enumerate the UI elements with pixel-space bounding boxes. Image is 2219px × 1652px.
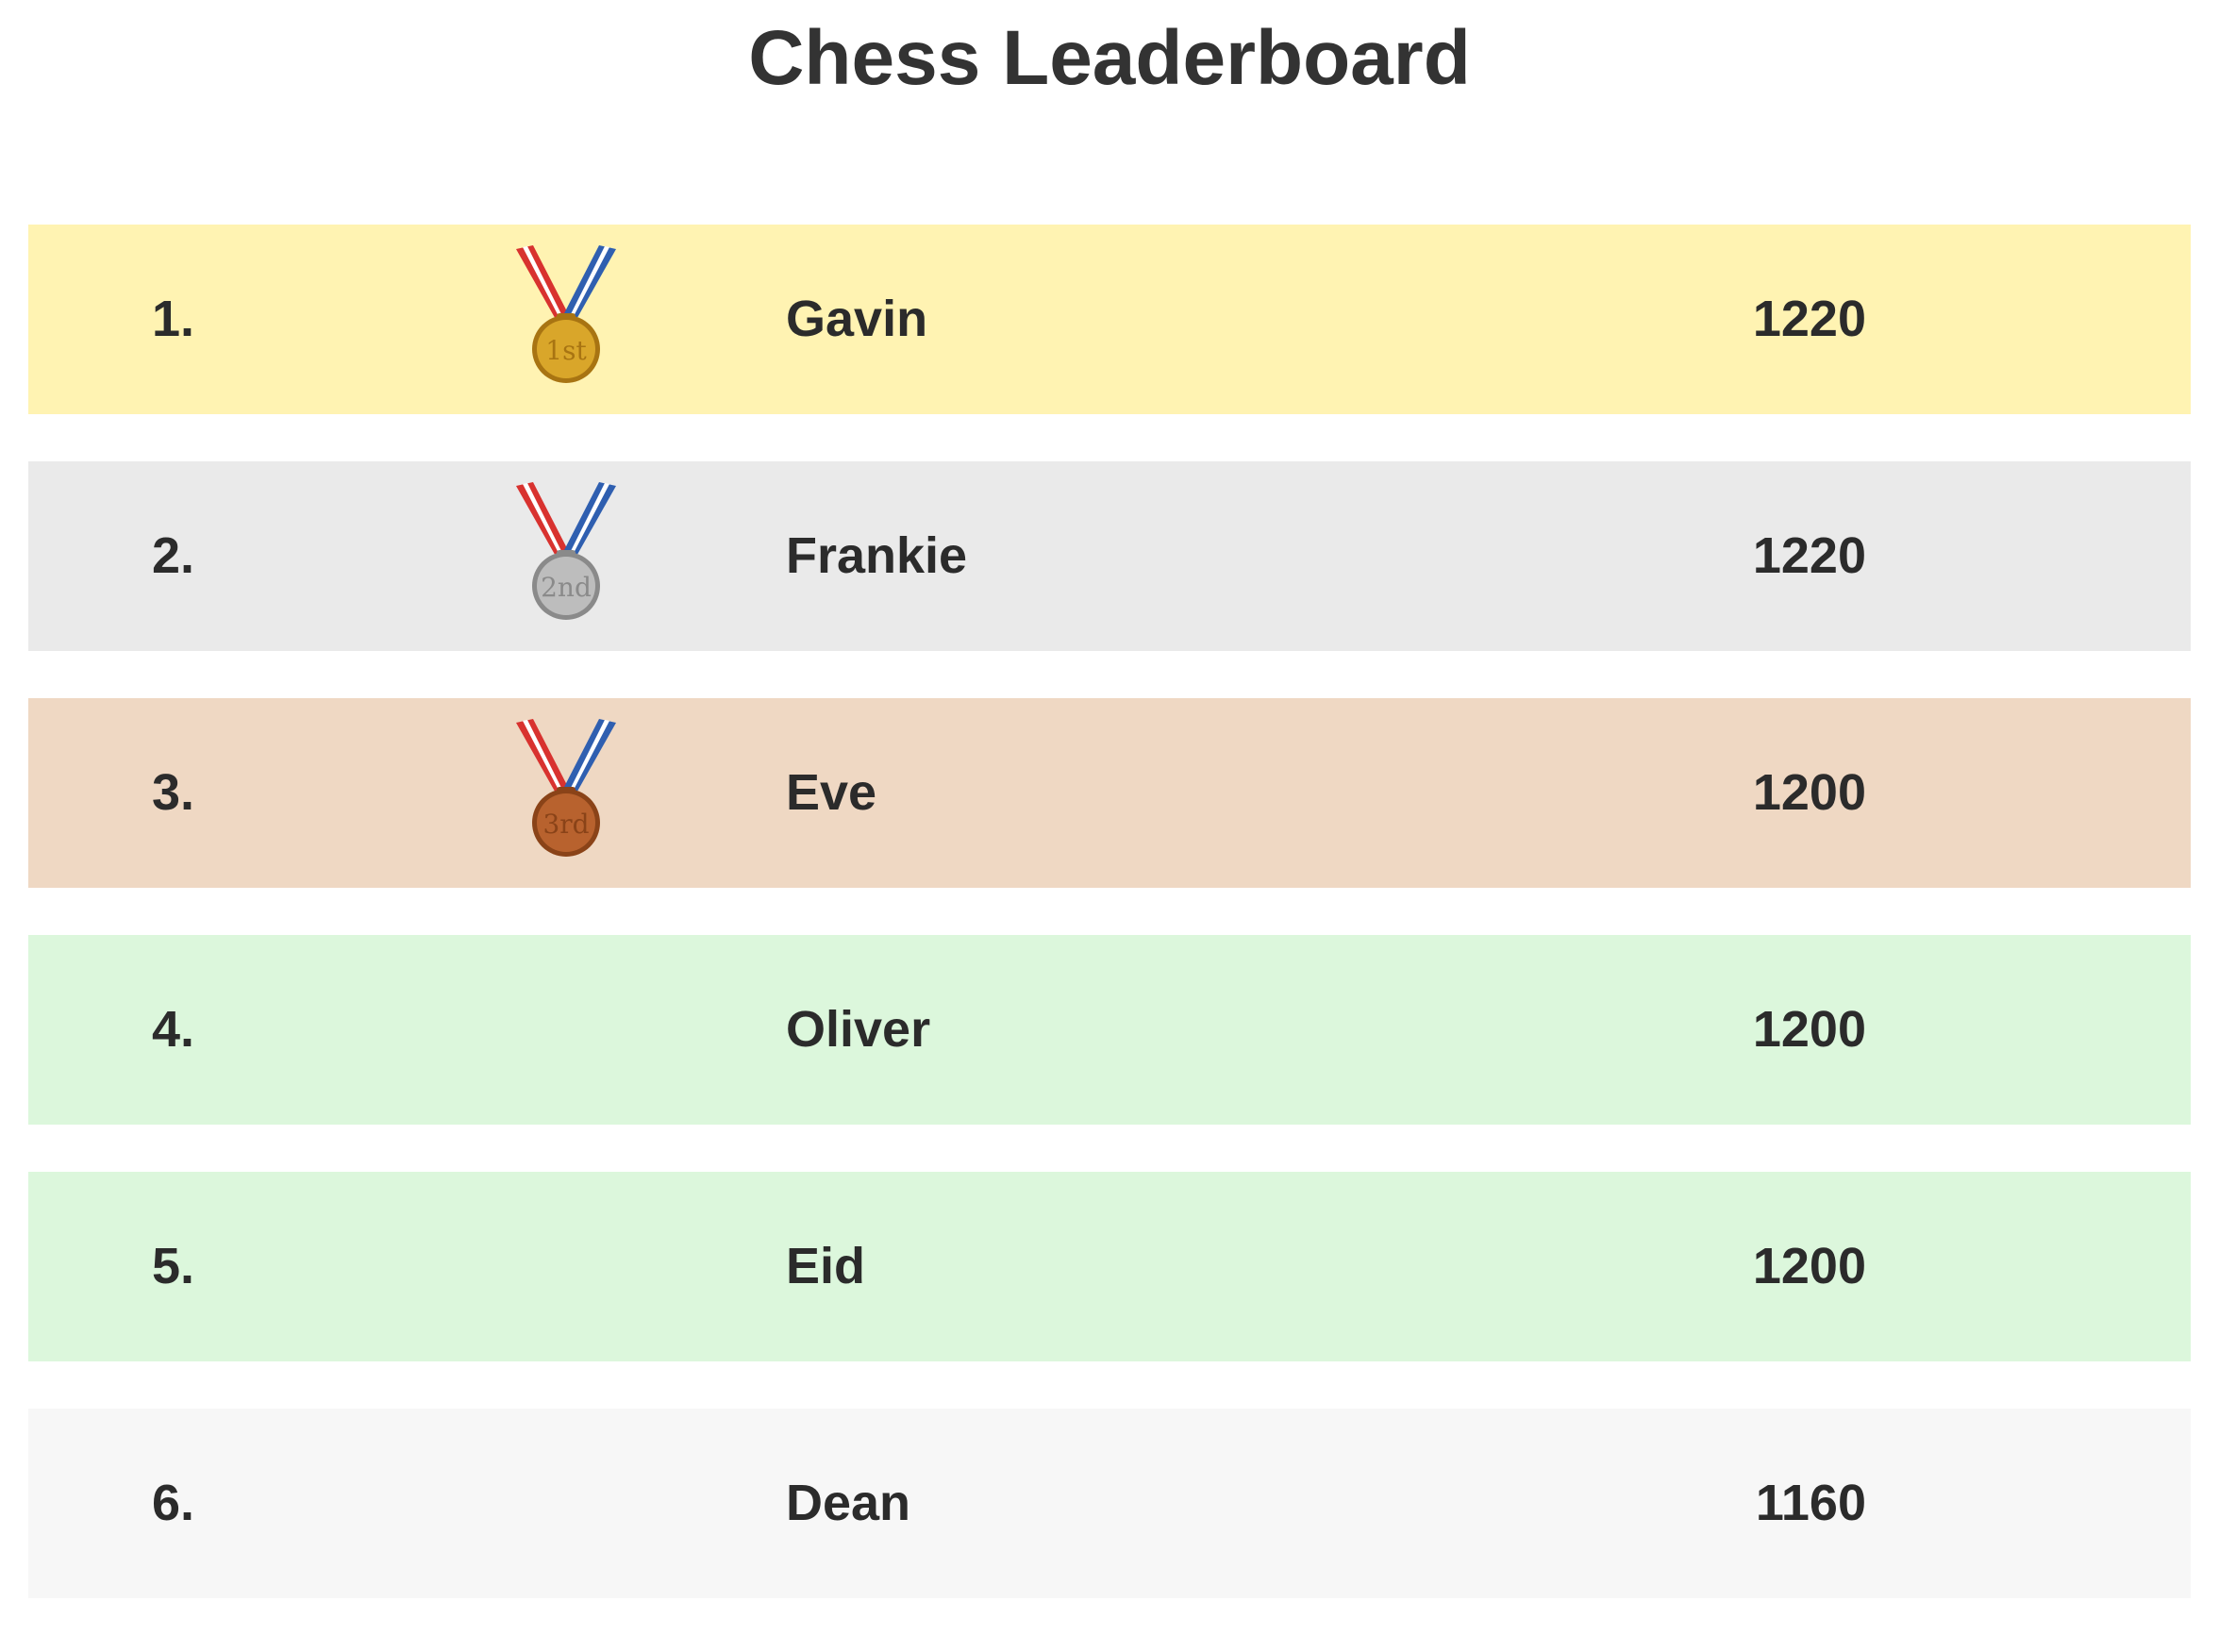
rank-label: 1.: [152, 291, 195, 347]
player-name: Dean: [786, 1475, 911, 1531]
leaderboard-row-1: 1. 1st Gavin 1220: [28, 225, 2191, 414]
medal-label: 2nd: [541, 572, 592, 603]
rank-label: 5.: [152, 1238, 195, 1294]
gold-medal-icon: 1st: [514, 245, 618, 387]
rank-label: 4.: [152, 1001, 195, 1058]
leaderboard-row-6: 6. Dean 1160: [28, 1409, 2191, 1598]
player-score: 1220: [1752, 527, 1866, 584]
leaderboard-row-5: 5. Eid 1200: [28, 1172, 2191, 1361]
player-name: Gavin: [786, 291, 928, 347]
player-score: 1200: [1752, 1001, 1866, 1058]
player-score: 1200: [1752, 764, 1866, 821]
player-name: Eve: [786, 764, 877, 821]
rank-label: 6.: [152, 1475, 195, 1531]
bronze-medal-icon: 3rd: [514, 719, 618, 860]
rank-label: 3.: [152, 764, 195, 821]
rank-label: 2.: [152, 527, 195, 584]
player-score: 1160: [1755, 1475, 1866, 1531]
leaderboard: 1. 1st Gavin 1220 2. 2nd Frankie 1220 3.…: [28, 225, 2191, 1645]
player-score: 1200: [1752, 1238, 1866, 1294]
medal-label: 1st: [545, 335, 587, 366]
silver-medal-icon: 2nd: [514, 482, 618, 624]
page-title: Chess Leaderboard: [748, 15, 1471, 101]
leaderboard-row-2: 2. 2nd Frankie 1220: [28, 461, 2191, 651]
player-name: Eid: [786, 1238, 866, 1294]
player-score: 1220: [1752, 291, 1866, 347]
leaderboard-row-3: 3. 3rd Eve 1200: [28, 698, 2191, 888]
leaderboard-row-4: 4. Oliver 1200: [28, 935, 2191, 1125]
player-name: Frankie: [786, 527, 968, 584]
medal-label: 3rd: [542, 809, 589, 840]
player-name: Oliver: [786, 1001, 931, 1058]
